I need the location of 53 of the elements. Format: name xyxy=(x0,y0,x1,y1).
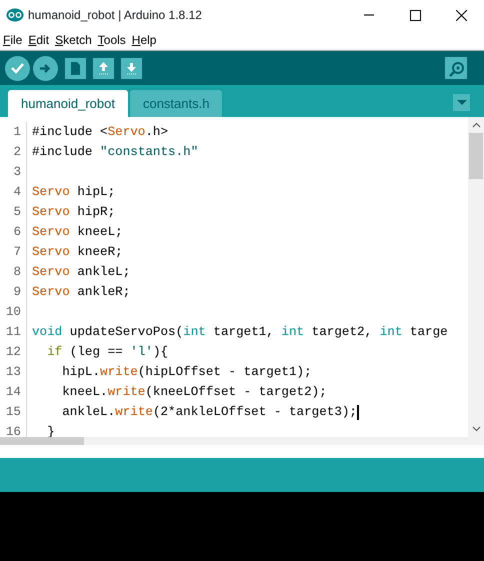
line-number: 14 xyxy=(0,382,27,402)
menu-item[interactable]: Help xyxy=(128,31,160,49)
vertical-scrollbar[interactable] xyxy=(468,117,484,437)
scroll-down-icon xyxy=(472,426,480,432)
scrollbar-thumb[interactable] xyxy=(0,437,84,445)
app-logo-icon xyxy=(6,7,24,23)
menu-item[interactable]: Sketch xyxy=(52,31,95,49)
code-line: hipL.write(hipLOffset - target1); xyxy=(61,364,312,381)
new-button[interactable] xyxy=(65,58,86,78)
line-number: 5 xyxy=(0,202,27,222)
code-line: #include <Servo.h> xyxy=(31,124,168,141)
tab-menu-button[interactable] xyxy=(453,94,470,111)
line-number: 15 xyxy=(0,402,27,422)
line-number: 9 xyxy=(0,282,27,302)
code-line: ankleL.write(2*ankleLOffset - target3); xyxy=(61,404,357,421)
editor-tab[interactable]: humanoid_robot xyxy=(8,90,128,117)
line-number: 8 xyxy=(0,262,27,282)
code-line: kneeL.write(kneeLOffset - target2); xyxy=(61,384,327,401)
maximize-icon xyxy=(410,10,420,20)
line-number: 12 xyxy=(0,342,27,362)
line-number: 1 xyxy=(0,122,27,142)
scroll-up-icon xyxy=(472,122,480,128)
code-line: if (leg == 'l'){ xyxy=(46,344,168,361)
menu-item[interactable]: Edit xyxy=(25,31,52,49)
menu-item[interactable]: Tools xyxy=(94,31,129,49)
line-number: 2 xyxy=(0,142,27,162)
upload-button[interactable] xyxy=(33,56,58,80)
code-line: Servo kneeL; xyxy=(31,224,123,241)
scrollbar-thumb[interactable] xyxy=(469,133,483,179)
verify-button[interactable] xyxy=(5,56,30,80)
code-line: void updateServoPos(int target1, int target2, int targe xyxy=(31,324,448,341)
horizontal-scrollbar[interactable] xyxy=(0,437,484,445)
line-number: 11 xyxy=(0,322,27,342)
line-number: 3 xyxy=(0,162,27,182)
code-line: Servo kneeR; xyxy=(31,244,123,261)
line-number: 4 xyxy=(0,182,27,202)
line-number: 7 xyxy=(0,242,27,262)
window-title: humanoid_robot | Arduino 1.8.12 xyxy=(28,7,203,24)
serial-monitor-button[interactable] xyxy=(445,57,467,79)
caret-down-icon xyxy=(456,100,466,105)
line-number: 6 xyxy=(0,222,27,242)
menu-item[interactable]: File xyxy=(0,31,26,49)
code-line: Servo hipR; xyxy=(31,204,116,221)
code-line: } xyxy=(46,424,55,437)
code-line: Servo hipL; xyxy=(31,184,116,201)
line-number: 10 xyxy=(0,302,27,322)
code-line: Servo ankleL; xyxy=(31,264,130,281)
line-number: 13 xyxy=(0,362,27,382)
open-button[interactable] xyxy=(93,58,114,78)
close-icon xyxy=(456,10,466,20)
code-line: #include "constants.h" xyxy=(31,144,198,161)
save-button[interactable] xyxy=(121,58,142,78)
code-line: Servo ankleR; xyxy=(31,284,130,301)
